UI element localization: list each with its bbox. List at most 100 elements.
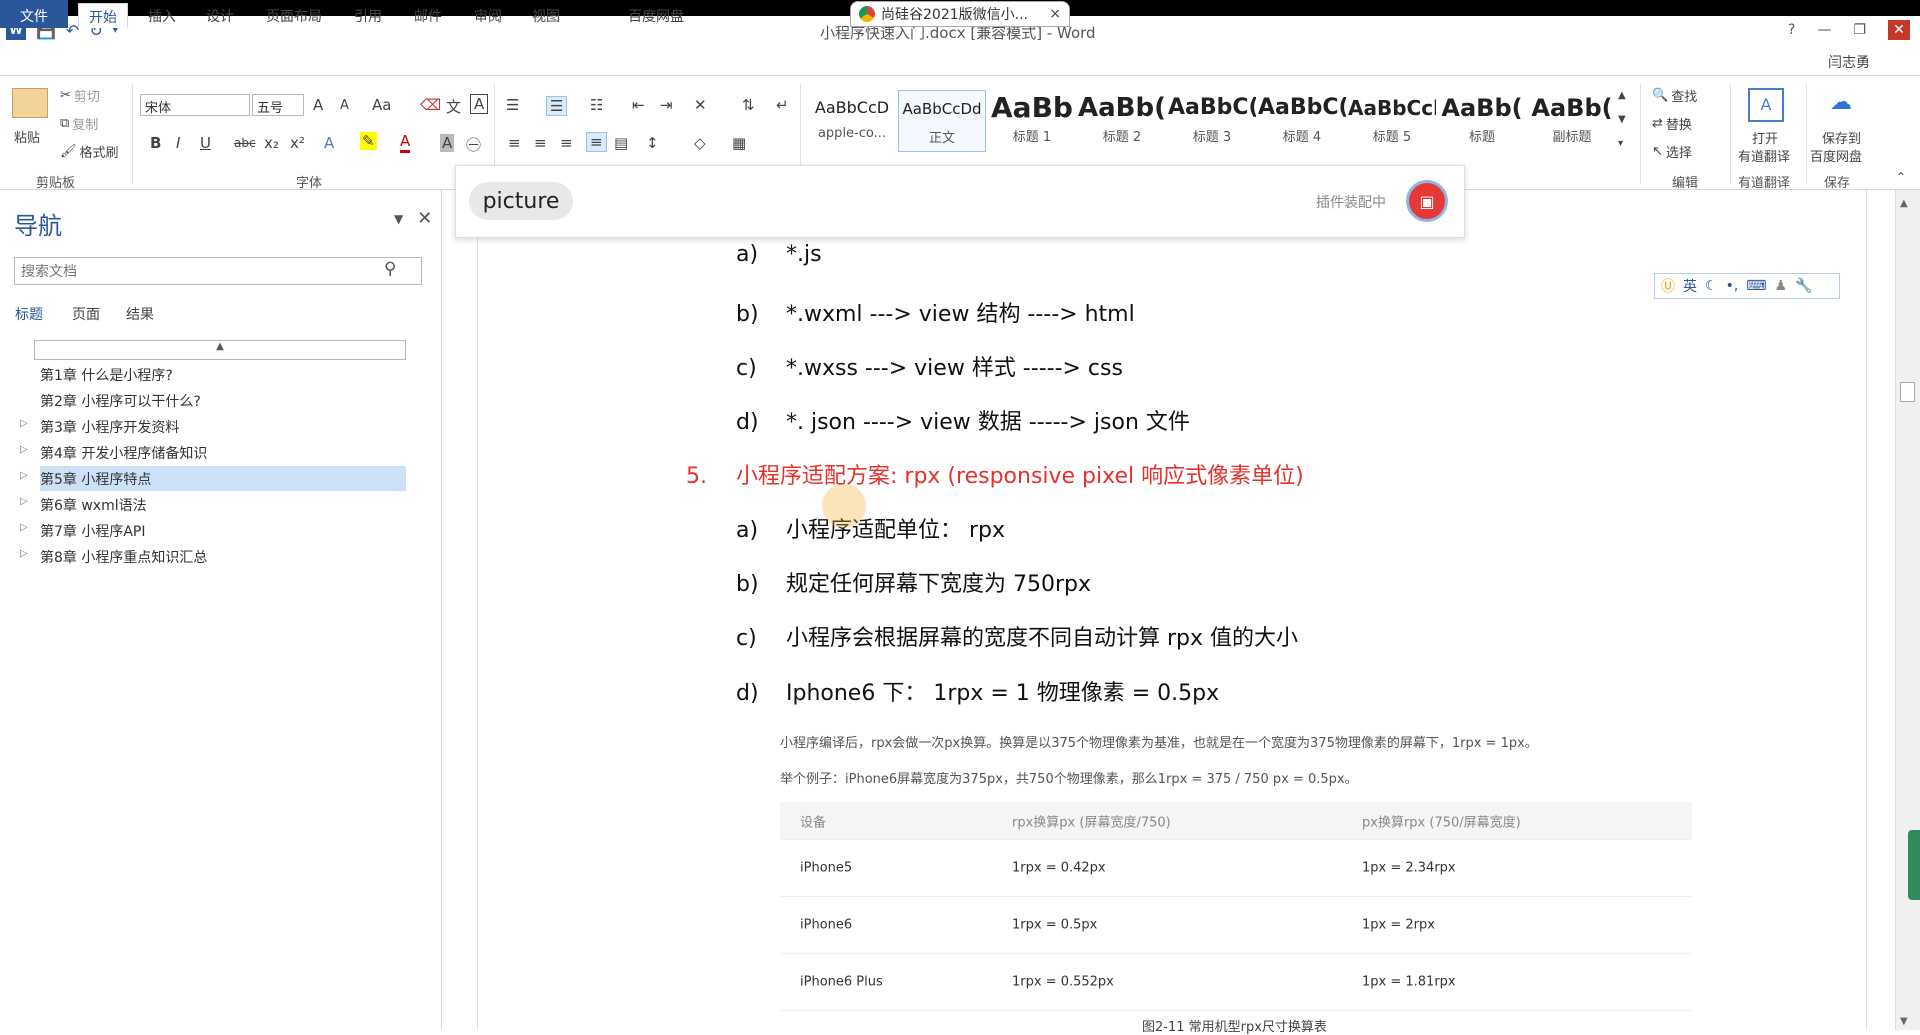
line-spacing-icon[interactable]: ↕ xyxy=(646,134,659,152)
tab-mailings[interactable]: 邮件 xyxy=(404,3,452,28)
nav-options-icon[interactable]: ▼ xyxy=(394,212,403,229)
nav-heading-item[interactable]: ▷ 第4章 开发小程序储备知识 xyxy=(20,440,406,465)
settings-icon[interactable]: 🔧 xyxy=(1795,278,1812,294)
expand-arrow-icon[interactable]: ▷ xyxy=(20,470,28,481)
format-painter-button[interactable]: 🖌 格式刷 xyxy=(60,142,119,161)
show-marks-icon[interactable]: ↵ xyxy=(776,96,789,114)
paste-button[interactable]: 粘贴 xyxy=(14,127,40,146)
tab-view[interactable]: 视图 xyxy=(522,3,570,28)
style-5[interactable]: AaBbC(标题 3 xyxy=(1168,90,1256,152)
sort-icon[interactable]: ⇅ xyxy=(742,96,755,114)
chinese-layout-icon[interactable]: ✕ xyxy=(694,96,707,114)
paste-icon[interactable] xyxy=(12,88,48,118)
ime-language[interactable]: 英 xyxy=(1683,276,1697,296)
style-1[interactable]: AaBbCcD apple-co... xyxy=(808,90,896,152)
bold-button[interactable]: B xyxy=(150,134,161,152)
plugin-image-icon[interactable]: ▣ xyxy=(1406,180,1448,222)
phonetic-guide-icon[interactable]: 文 xyxy=(446,96,461,117)
enclose-char-icon[interactable]: ㊀ xyxy=(466,134,481,155)
style-4[interactable]: AaBb(标题 2 xyxy=(1078,90,1166,152)
baidu-save-label[interactable]: 保存到 xyxy=(1822,128,1861,147)
replace-button[interactable]: ⇄ 替换 xyxy=(1652,114,1692,133)
scroll-down-icon[interactable]: ▼ xyxy=(1900,1016,1908,1027)
expand-arrow-icon[interactable]: ▷ xyxy=(20,418,28,429)
punctuation-icon[interactable]: •, xyxy=(1726,278,1739,294)
vertical-scrollbar[interactable] xyxy=(1895,190,1920,1030)
tab-references[interactable]: 引用 xyxy=(344,3,392,28)
scroll-thumb[interactable] xyxy=(1900,382,1915,402)
align-right-icon[interactable]: ≡ xyxy=(560,134,573,152)
font-name-select[interactable]: 宋体 xyxy=(140,94,250,116)
tab-design[interactable]: 设计 xyxy=(196,3,244,28)
tab-pages[interactable]: 页面 xyxy=(72,304,100,324)
expand-arrow-icon[interactable]: ▷ xyxy=(20,548,28,559)
distribute-icon[interactable]: ▤ xyxy=(614,134,628,152)
baidu-netdisk-icon[interactable]: ☁ xyxy=(1826,90,1856,118)
baidu-netdisk-label[interactable]: 百度网盘 xyxy=(1810,146,1862,165)
tab-headings[interactable]: 标题 xyxy=(15,304,43,324)
picture-pill[interactable]: picture xyxy=(469,182,573,220)
shading-icon[interactable]: ◇ xyxy=(694,134,706,152)
youdao-translate-icon[interactable]: A xyxy=(1748,88,1784,122)
nav-heading-item[interactable]: ▷ 第8章 小程序重点知识汇总 xyxy=(20,544,406,569)
tab-results[interactable]: 结果 xyxy=(126,304,154,324)
text-effects-icon[interactable]: A xyxy=(324,134,334,152)
char-border-icon[interactable]: A xyxy=(470,94,489,114)
expand-arrow-icon[interactable]: ▷ xyxy=(20,496,28,507)
select-button[interactable]: ↖ 选择 xyxy=(1652,142,1692,161)
find-button[interactable]: 🔍 查找 xyxy=(1652,86,1697,105)
tab-file[interactable]: 文件 xyxy=(0,0,68,28)
font-color-icon[interactable]: A xyxy=(400,132,411,153)
nav-heading-item[interactable]: 第2章 小程序可以干什么? xyxy=(40,388,406,413)
copy-button[interactable]: ⧉ 复制 xyxy=(60,114,98,133)
browser-tab[interactable]: 尚硅谷2021版微信小... × xyxy=(850,1,1070,27)
numbering-icon[interactable]: ☰ xyxy=(546,96,568,116)
cut-button[interactable]: ✂ 剪切 xyxy=(60,86,100,105)
italic-button[interactable]: I xyxy=(176,134,180,152)
tab-insert[interactable]: 插入 xyxy=(138,3,186,28)
nav-heading-item[interactable]: ▷ 第3章 小程序开发资料 xyxy=(20,414,406,439)
ime-logo-icon[interactable]: Ⓤ xyxy=(1661,276,1675,296)
font-size-select[interactable]: 五号 xyxy=(252,94,304,116)
style-2[interactable]: AaBbCcDd 正文 xyxy=(898,90,986,152)
highlight-icon[interactable]: ✎ xyxy=(360,132,377,150)
superscript-button[interactable]: x² xyxy=(290,134,305,152)
decrease-indent-icon[interactable]: ⇤ xyxy=(632,96,645,114)
align-left-icon[interactable]: ≡ xyxy=(508,134,521,152)
shrink-font-button[interactable]: A xyxy=(340,98,349,113)
scroll-up-icon[interactable]: ▲ xyxy=(1900,198,1908,209)
search-document-input[interactable] xyxy=(14,257,422,285)
expand-arrow-icon[interactable]: ▷ xyxy=(20,444,28,455)
styles-scroll-down-icon[interactable]: ▼ xyxy=(1618,114,1626,125)
nav-close-icon[interactable]: ✕ xyxy=(417,208,432,229)
nav-heading-item[interactable]: ▷ 第7章 小程序API xyxy=(20,518,406,543)
bullets-icon[interactable]: ☰ xyxy=(506,96,519,114)
expand-arrow-icon[interactable]: ▷ xyxy=(20,522,28,533)
scroll-to-top-button[interactable]: ▲ xyxy=(34,340,406,360)
nav-heading-item[interactable]: ▷ 第5章 小程序特点 xyxy=(20,466,406,491)
subscript-button[interactable]: x₂ xyxy=(264,134,279,152)
tab-baidu-netdisk[interactable]: 百度网盘 xyxy=(618,3,694,28)
tab-review[interactable]: 审阅 xyxy=(464,3,512,28)
user-icon[interactable]: ♟ xyxy=(1775,278,1788,294)
nav-heading-item[interactable]: ▷ 第6章 wxml语法 xyxy=(20,492,406,517)
change-case-button[interactable]: Aa xyxy=(372,96,391,114)
char-shading-icon[interactable]: A xyxy=(440,134,455,152)
user-name[interactable]: 闫志勇 xyxy=(1828,52,1870,72)
tab-home[interactable]: 开始 xyxy=(78,3,128,28)
youdao-open-label[interactable]: 打开 xyxy=(1752,128,1778,147)
strikethrough-button[interactable]: abc xyxy=(234,136,256,150)
tab-layout[interactable]: 页面布局 xyxy=(256,3,332,28)
nav-heading-item[interactable]: 第1章 什么是小程序? xyxy=(40,362,406,387)
increase-indent-icon[interactable]: ⇥ xyxy=(660,96,673,114)
style-6[interactable]: AaBbC(标题 4 xyxy=(1258,90,1346,152)
close-window-button[interactable]: ✕ xyxy=(1888,20,1910,40)
search-icon[interactable]: ⚲ xyxy=(384,259,396,279)
style-8[interactable]: AaBb(标题 xyxy=(1438,90,1526,152)
justify-icon[interactable]: ≡ xyxy=(586,132,607,152)
collapse-ribbon-icon[interactable]: ⌃ xyxy=(1896,170,1906,184)
styles-more-icon[interactable]: ▾ xyxy=(1618,138,1623,149)
side-tool-tab[interactable] xyxy=(1908,830,1920,900)
multilevel-list-icon[interactable]: ☷ xyxy=(590,96,603,114)
style-9[interactable]: AaBb(副标题 xyxy=(1528,90,1616,152)
